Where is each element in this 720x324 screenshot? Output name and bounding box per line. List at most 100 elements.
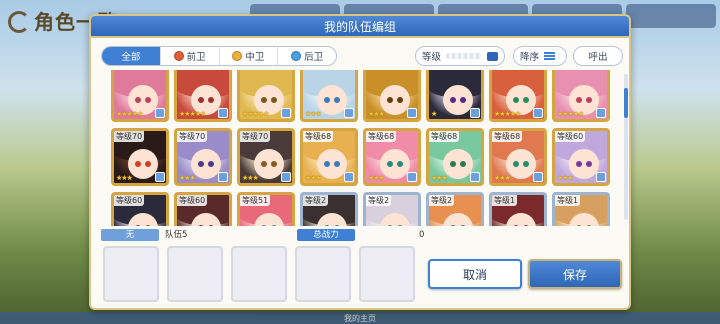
- party-slot[interactable]: [295, 246, 351, 302]
- party-slot[interactable]: [359, 246, 415, 302]
- star-rating-icon: ★★★: [305, 174, 322, 182]
- sort-order-button[interactable]: 降序: [513, 46, 567, 66]
- character-card[interactable]: ★: [426, 70, 484, 122]
- character-level: 等级1: [492, 195, 518, 206]
- character-card[interactable]: ★★★: [300, 70, 358, 122]
- character-card[interactable]: 等级1: [489, 192, 547, 226]
- rank-badge-icon: [533, 108, 543, 118]
- character-card[interactable]: 等级68 ★★★: [300, 128, 358, 186]
- character-card[interactable]: 等级1: [552, 192, 610, 226]
- star-rating-icon: ★★★: [305, 110, 322, 118]
- character-level: 等级2: [429, 195, 455, 206]
- rank-badge-icon: [155, 108, 165, 118]
- rank-badge-icon: [470, 108, 480, 118]
- rank-badge-icon: [407, 172, 417, 182]
- tab-back[interactable]: 后卫: [278, 47, 336, 65]
- save-button[interactable]: 保存: [528, 259, 622, 289]
- team-edit-dialog: 我的队伍编组 全部 前卫 中卫 后卫 等级 降序 呼出 ★★★★★ ★★★★★ ★★…: [89, 14, 631, 310]
- character-portrait: [317, 149, 347, 179]
- tab-middle[interactable]: 中卫: [220, 47, 279, 65]
- party-slot[interactable]: [167, 246, 223, 302]
- star-rating-icon: ★★★: [557, 174, 574, 182]
- character-card[interactable]: 等级2: [300, 192, 358, 226]
- character-card[interactable]: 等级2: [426, 192, 484, 226]
- cancel-button[interactable]: 取消: [428, 259, 522, 289]
- descending-icon: [544, 52, 556, 60]
- character-level: 等级51: [240, 195, 271, 206]
- character-card[interactable]: 等级60: [174, 192, 232, 226]
- character-card[interactable]: ★★★★★: [552, 70, 610, 122]
- character-card[interactable]: 等级70 ★★★: [111, 128, 169, 186]
- rank-badge-icon: [281, 108, 291, 118]
- character-card[interactable]: 等级68 ★★★: [489, 128, 547, 186]
- character-level: 等级68: [366, 131, 397, 142]
- star-rating-icon: ★★★: [368, 110, 385, 118]
- character-grid: ★★★★★ ★★★★★ ★★★★★ ★★★ ★★★ ★ ★★★★★ ★★★★★ 等级70 ★★★ 等…: [105, 70, 621, 226]
- tab-front[interactable]: 前卫: [161, 47, 220, 65]
- star-rating-icon: ★★★: [494, 174, 511, 182]
- star-rating-icon: ★★★★★: [557, 110, 584, 118]
- character-card[interactable]: ★★★★★: [111, 70, 169, 122]
- rank-badge-icon: [281, 172, 291, 182]
- slot-label: 无: [101, 229, 159, 241]
- character-card[interactable]: ★★★: [363, 70, 421, 122]
- rank-badge-icon: [596, 172, 606, 182]
- character-card[interactable]: 等级60: [111, 192, 169, 226]
- party-slots: [103, 246, 415, 302]
- character-level: 等级60: [114, 195, 145, 206]
- grid-scrollbar[interactable]: [624, 74, 628, 220]
- character-card[interactable]: 等级68 ★★★: [426, 128, 484, 186]
- tab-all[interactable]: 全部: [102, 47, 161, 65]
- party-slot[interactable]: [103, 246, 159, 302]
- filter-row: 全部 前卫 中卫 后卫 等级 降序 呼出: [101, 46, 623, 66]
- back-position-icon: [291, 51, 302, 61]
- star-rating-icon: ★★★: [242, 174, 259, 182]
- star-rating-icon: ★★★★★: [494, 110, 521, 118]
- character-portrait: [380, 149, 410, 179]
- total-power-label: 总战力: [297, 229, 355, 241]
- character-card[interactable]: 等级51: [237, 192, 295, 226]
- star-rating-icon: ★★★: [368, 174, 385, 182]
- character-level: 等级60: [177, 195, 208, 206]
- character-level: 等级1: [555, 195, 581, 206]
- character-card[interactable]: 等级70 ★★★: [237, 128, 295, 186]
- character-card[interactable]: 等级68 ★★★: [363, 128, 421, 186]
- character-level: 等级68: [429, 131, 460, 142]
- call-button[interactable]: 呼出: [573, 46, 623, 66]
- scrollbar-thumb[interactable]: [624, 88, 628, 118]
- character-card[interactable]: 等级2: [363, 192, 421, 226]
- bottom-nav[interactable]: 我的主页: [0, 312, 720, 324]
- rank-badge-icon: [344, 172, 354, 182]
- star-rating-icon: ★: [431, 110, 437, 118]
- star-rating-icon: ★★★: [431, 174, 448, 182]
- party-info: 无 队伍5 总战力 0: [101, 229, 427, 241]
- character-card[interactable]: 等级70 ★★★: [174, 128, 232, 186]
- character-level: 等级2: [366, 195, 392, 206]
- character-card[interactable]: 等级60 ★★★: [552, 128, 610, 186]
- rank-badge-icon: [533, 172, 543, 182]
- character-portrait: [506, 149, 536, 179]
- rank-badge-icon: [344, 108, 354, 118]
- front-position-icon: [173, 51, 184, 61]
- party-slot[interactable]: [231, 246, 287, 302]
- sort-toggle-icon: [487, 51, 498, 61]
- character-card[interactable]: ★★★★★: [237, 70, 295, 122]
- sort-level-button[interactable]: 等级: [415, 46, 505, 66]
- character-level: 等级2: [303, 195, 329, 206]
- character-card[interactable]: ★★★★★: [174, 70, 232, 122]
- star-rating-icon: ★★★★★: [242, 110, 269, 118]
- rank-badge-icon: [218, 108, 228, 118]
- star-rating-icon: ★★★★★: [116, 110, 143, 118]
- character-card[interactable]: ★★★★★: [489, 70, 547, 122]
- star-rating-icon: ★★★: [179, 174, 196, 182]
- bottom-nav-home[interactable]: 我的主页: [344, 313, 376, 324]
- character-portrait: [317, 85, 347, 115]
- rank-badge-icon: [407, 108, 417, 118]
- position-tabs: 全部 前卫 中卫 后卫: [101, 46, 337, 66]
- character-portrait: [569, 149, 599, 179]
- party-name: 队伍5: [165, 230, 188, 240]
- character-level: 等级70: [114, 131, 145, 142]
- character-portrait: [380, 85, 410, 115]
- star-rating-icon: ★★★: [116, 174, 133, 182]
- rank-badge-icon: [218, 172, 228, 182]
